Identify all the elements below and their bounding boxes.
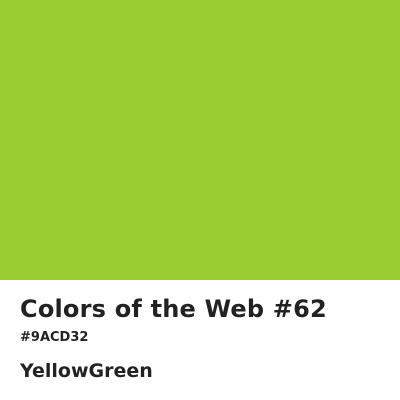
color-name: YellowGreen bbox=[20, 360, 153, 382]
hex-code: #9ACD32 bbox=[20, 330, 89, 345]
card-title: Colors of the Web #62 bbox=[20, 295, 327, 323]
color-swatch bbox=[0, 0, 400, 280]
color-card: Colors of the Web #62 #9ACD32 YellowGree… bbox=[0, 0, 400, 400]
